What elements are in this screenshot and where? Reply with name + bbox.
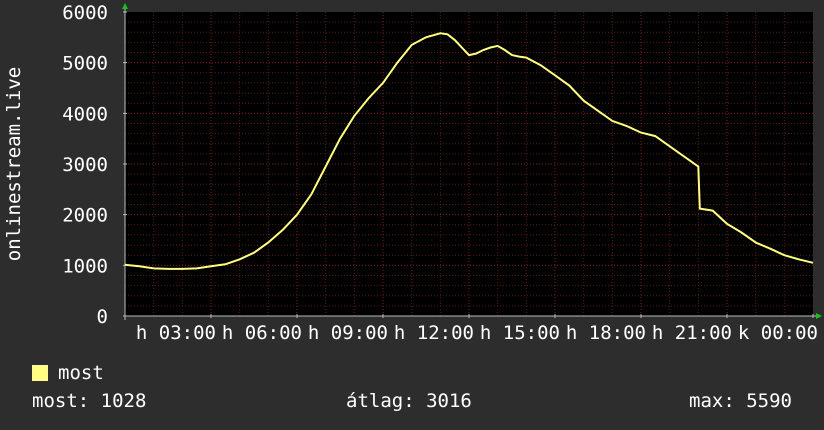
x-tick-label: h 18:00 bbox=[566, 322, 646, 344]
y-tick-label: 6000 bbox=[62, 2, 108, 24]
stats-row: most: 1028 átlag: 3016 max: 5590 bbox=[32, 390, 792, 418]
stat-current: most: 1028 bbox=[32, 390, 147, 412]
x-axis-arrow-icon bbox=[816, 313, 822, 319]
y-tick-label: 5000 bbox=[62, 53, 108, 75]
x-tick-label: h 15:00 bbox=[480, 322, 560, 344]
legend: most bbox=[32, 362, 104, 384]
stat-average: átlag: 3016 bbox=[346, 390, 472, 412]
x-tick-label: h 06:00 bbox=[222, 322, 302, 344]
x-tick-label: h 21:00 bbox=[652, 322, 732, 344]
line-chart: 0 1000 2000 3000 4000 5000 6000 h 03:00 h 06:00… bbox=[3, 2, 822, 344]
x-tick-label: h 03:00 bbox=[136, 322, 216, 344]
y-tick-label: 4000 bbox=[62, 103, 108, 125]
y-tick-label: 1000 bbox=[62, 255, 108, 277]
y-tick-label: 2000 bbox=[62, 205, 108, 227]
y-axis-label: onlinestream.live bbox=[3, 67, 25, 261]
x-tick-label: h 12:00 bbox=[394, 322, 474, 344]
x-tick-label: k 00:00 bbox=[738, 322, 818, 344]
x-tick-label: h 09:00 bbox=[308, 322, 388, 344]
legend-swatch bbox=[32, 365, 48, 381]
y-tick-labels: 0 1000 2000 3000 4000 5000 6000 bbox=[62, 2, 127, 328]
y-axis-arrow-icon bbox=[122, 3, 128, 9]
x-tick-labels: h 03:00 h 06:00 h 09:00 h 12:00 h 15:00 h 18:… bbox=[136, 314, 818, 344]
y-tick-label: 0 bbox=[97, 306, 108, 328]
y-tick-label: 3000 bbox=[62, 154, 108, 176]
legend-label: most bbox=[58, 362, 104, 384]
stat-max: max: 5590 bbox=[689, 390, 792, 412]
